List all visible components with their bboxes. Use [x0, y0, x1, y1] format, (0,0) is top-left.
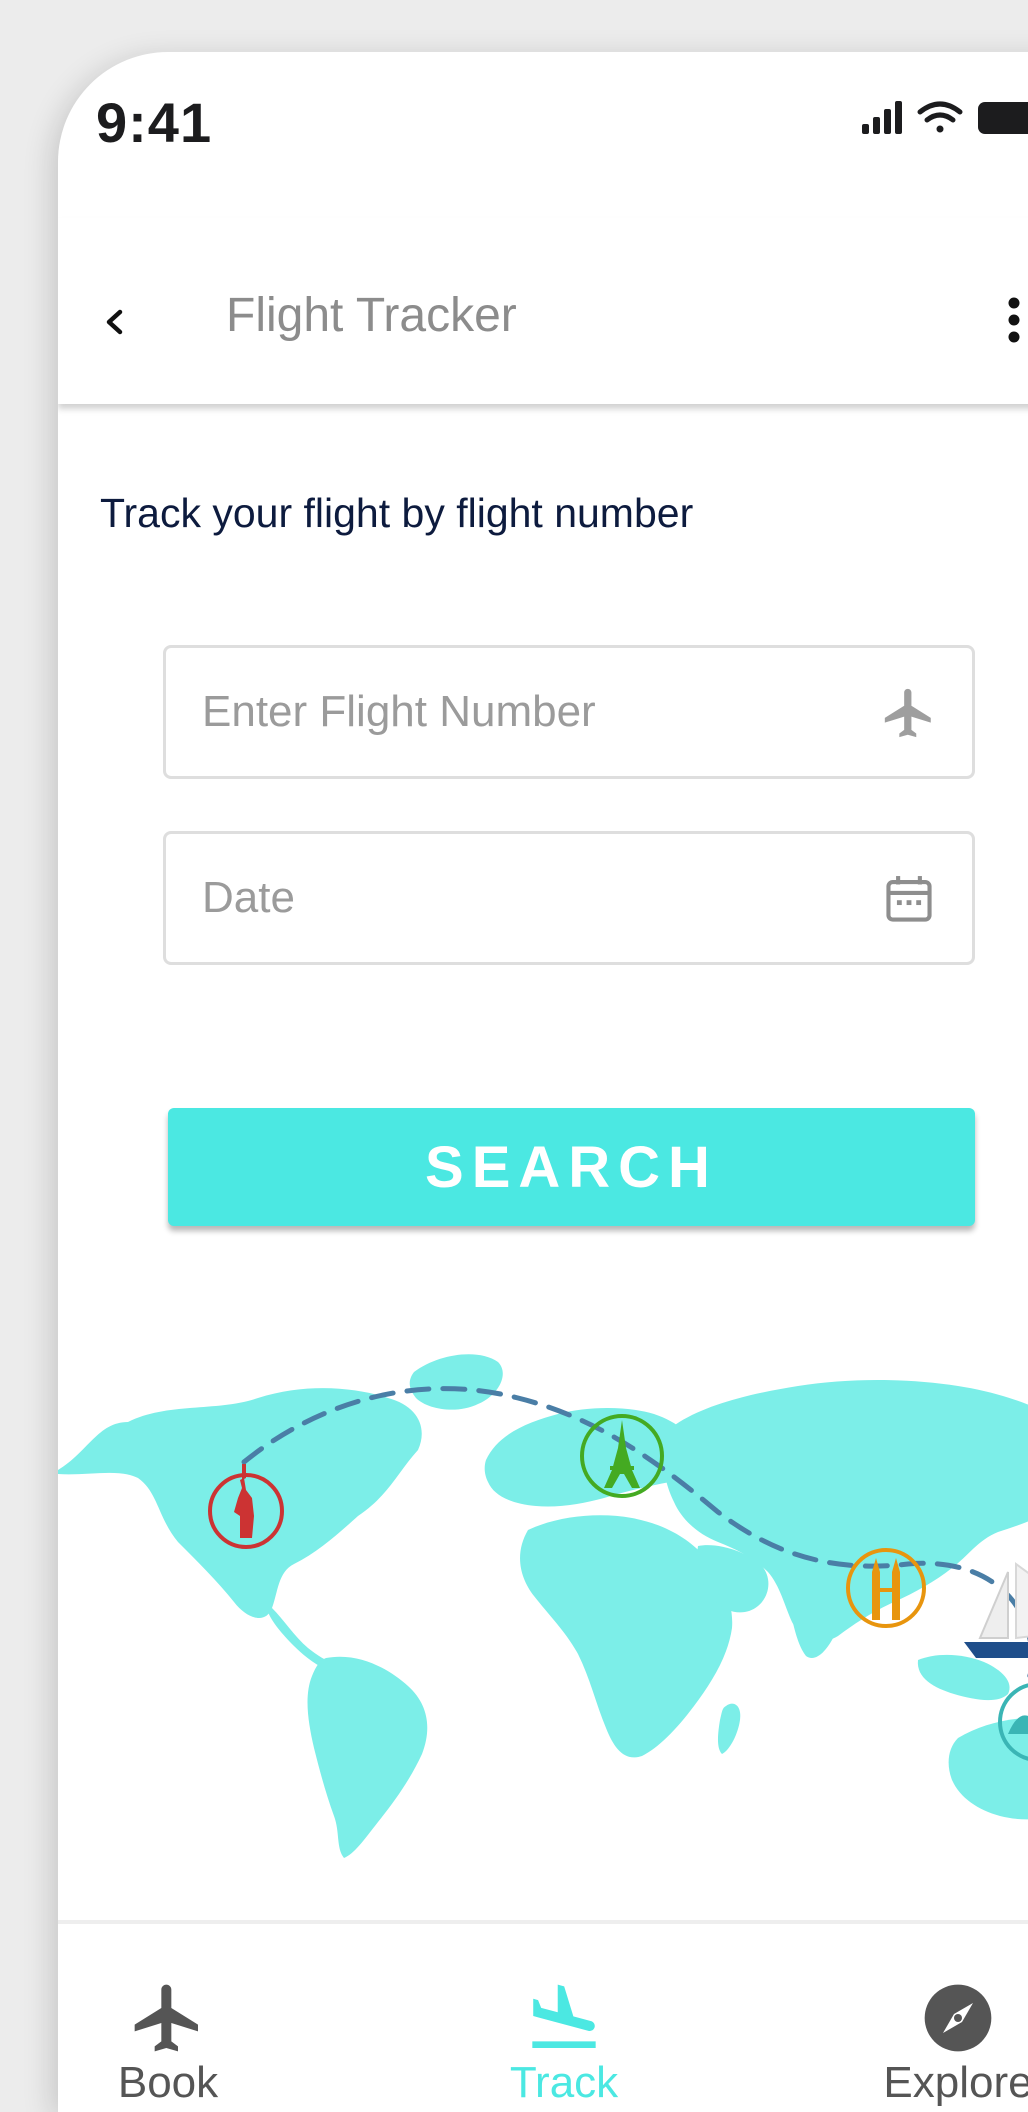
date-field[interactable]: [163, 831, 975, 965]
chevron-left-icon: [106, 309, 123, 335]
nav-item-track[interactable]: Track: [454, 1924, 674, 2112]
nav-label-explore: Explore: [883, 2058, 1028, 2107]
map-landmass: [58, 1354, 1028, 1858]
flight-number-input[interactable]: [202, 648, 842, 776]
wifi-icon: [917, 101, 963, 133]
phone-screen: 9:41 Flight Tracker Track your flight by…: [58, 52, 1028, 2112]
back-button[interactable]: [96, 302, 136, 342]
nav-label-track: Track: [509, 2058, 619, 2107]
app-header: Flight Tracker: [58, 218, 1028, 404]
airplane-icon: [884, 688, 931, 738]
calendar-icon[interactable]: [880, 870, 938, 928]
date-input[interactable]: [202, 834, 842, 962]
status-icons: [862, 98, 1028, 138]
page-title: Flight Tracker: [226, 289, 517, 342]
nav-item-book[interactable]: Book: [58, 1924, 278, 2112]
signal-icon: [862, 101, 902, 134]
airplane-landing-icon: [532, 1984, 596, 2048]
more-options-button[interactable]: [1004, 296, 1024, 346]
sailboat-icon: [964, 1562, 1028, 1658]
nav-item-explore[interactable]: Explore: [848, 1924, 1028, 2112]
compass-icon: [924, 1984, 992, 2052]
status-time: 9:41: [96, 91, 213, 154]
world-map-illustration: [58, 1354, 1028, 1858]
bottom-nav: Book Track Explore: [58, 1920, 1028, 2112]
airplane-icon: [134, 1984, 198, 2052]
more-vertical-icon: [1008, 297, 1020, 343]
flight-number-field[interactable]: [163, 645, 975, 779]
track-subtitle: Track your flight by flight number: [100, 490, 694, 536]
battery-icon: [978, 102, 1028, 134]
nav-label-book: Book: [117, 2058, 219, 2107]
search-button[interactable]: SEARCH: [168, 1108, 975, 1226]
